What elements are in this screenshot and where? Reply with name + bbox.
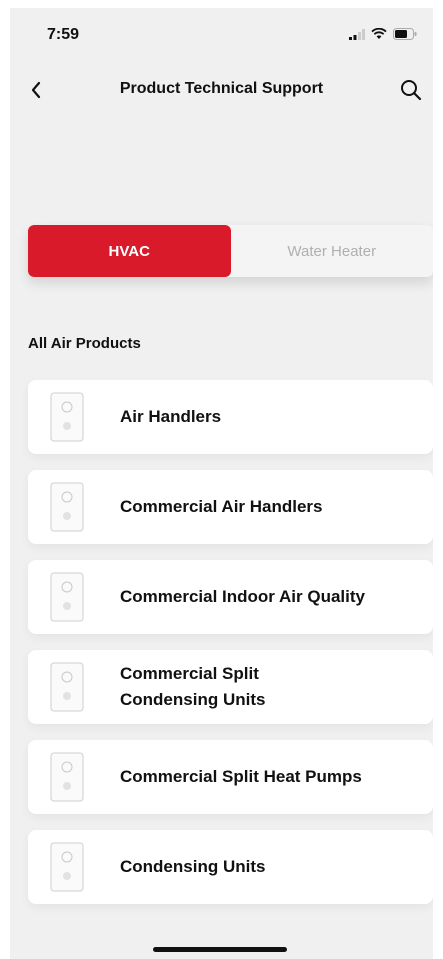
tab-hvac[interactable]: HVAC [28, 225, 231, 277]
product-item-air-handlers[interactable]: Air Handlers [28, 380, 433, 454]
app-screen: 7:59 Product Technical Support HVAC Wate… [10, 8, 433, 959]
product-label: Commercial Air Handlers [120, 497, 323, 516]
section-title: All Air Products [28, 335, 141, 352]
product-unit-icon [50, 572, 84, 622]
product-item-condensing-units[interactable]: Condensing Units [28, 830, 433, 904]
product-item-commercial-air-handlers[interactable]: Commercial Air Handlers [28, 470, 433, 544]
status-icons [349, 28, 417, 40]
signal-icon [349, 28, 365, 40]
product-item-commercial-split-heat-pumps[interactable]: Commercial Split Heat Pumps [28, 740, 433, 814]
product-unit-icon [50, 662, 84, 712]
wifi-icon [371, 28, 387, 39]
product-label: Condensing Units [120, 857, 266, 876]
product-unit-icon [50, 392, 84, 442]
status-bar: 7:59 [10, 8, 433, 64]
tab-water-heater[interactable]: Water Heater [231, 225, 434, 277]
search-icon [401, 80, 422, 101]
product-list: Air Handlers Commercial Air Handlers Com… [28, 380, 433, 920]
product-unit-icon [50, 842, 84, 892]
product-label: Commercial Indoor Air Quality [120, 587, 365, 606]
nav-header: Product Technical Support [10, 68, 433, 112]
product-label: Air Handlers [120, 407, 222, 426]
category-segmented-control: HVAC Water Heater [28, 225, 433, 277]
product-item-commercial-split-condensing-units[interactable]: Commercial Split Condensing Units [28, 650, 433, 724]
product-unit-icon [50, 482, 84, 532]
product-label: Commercial Split Condensing Units [120, 664, 266, 709]
product-unit-icon [50, 752, 84, 802]
search-button[interactable] [395, 74, 427, 106]
product-label: Commercial Split Heat Pumps [120, 767, 362, 786]
battery-icon [393, 28, 417, 40]
status-time: 7:59 [47, 26, 80, 43]
page-title: Product Technical Support [119, 80, 324, 97]
home-indicator[interactable] [153, 947, 287, 952]
product-item-commercial-indoor-air-quality[interactable]: Commercial Indoor Air Quality [28, 560, 433, 634]
